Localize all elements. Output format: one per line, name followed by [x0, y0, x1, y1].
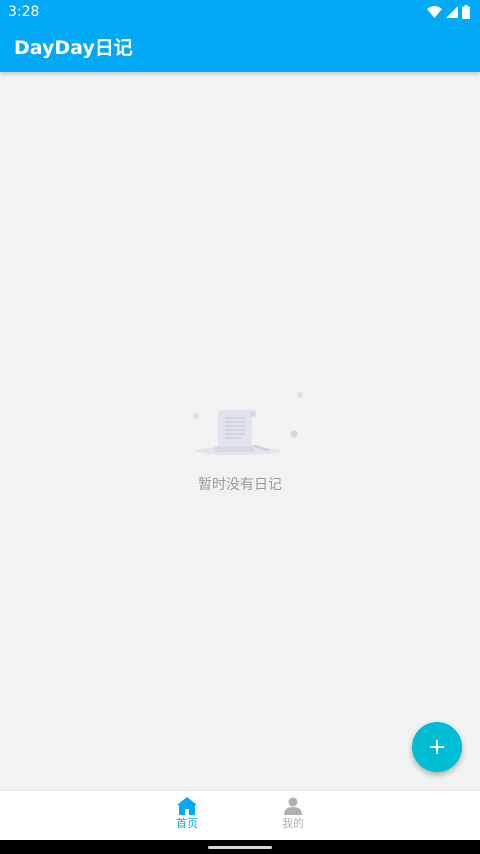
nav-item-home[interactable]: 首页: [157, 797, 217, 837]
nav-item-mine[interactable]: 我的: [263, 797, 323, 837]
nav-item-label: 首页: [176, 817, 198, 830]
home-gesture-handle[interactable]: [208, 846, 272, 849]
plus-icon: [430, 740, 444, 754]
app-bar: DayDay日记: [0, 24, 480, 72]
empty-diary-illustration: [193, 392, 303, 455]
status-time: 3:28: [8, 4, 40, 20]
battery-icon: [462, 5, 470, 19]
app-title: DayDay日记: [14, 37, 133, 59]
home-icon: [177, 797, 197, 815]
cell-signal-icon: [446, 6, 458, 18]
wifi-icon: [427, 6, 442, 18]
screen: 3:28 DayDay日记 暂时没有日记 首页 我的: [0, 0, 480, 854]
system-navigation-bar: [0, 840, 480, 854]
bottom-navigation: 首页 我的: [0, 790, 480, 841]
status-bar: 3:28: [0, 0, 480, 24]
nav-item-label: 我的: [282, 817, 304, 830]
add-diary-button[interactable]: [412, 722, 462, 772]
diary-list-area[interactable]: 暂时没有日记: [0, 72, 480, 790]
empty-state-message: 暂时没有日记: [198, 477, 282, 493]
person-icon: [284, 797, 302, 815]
status-icons: [427, 4, 470, 20]
